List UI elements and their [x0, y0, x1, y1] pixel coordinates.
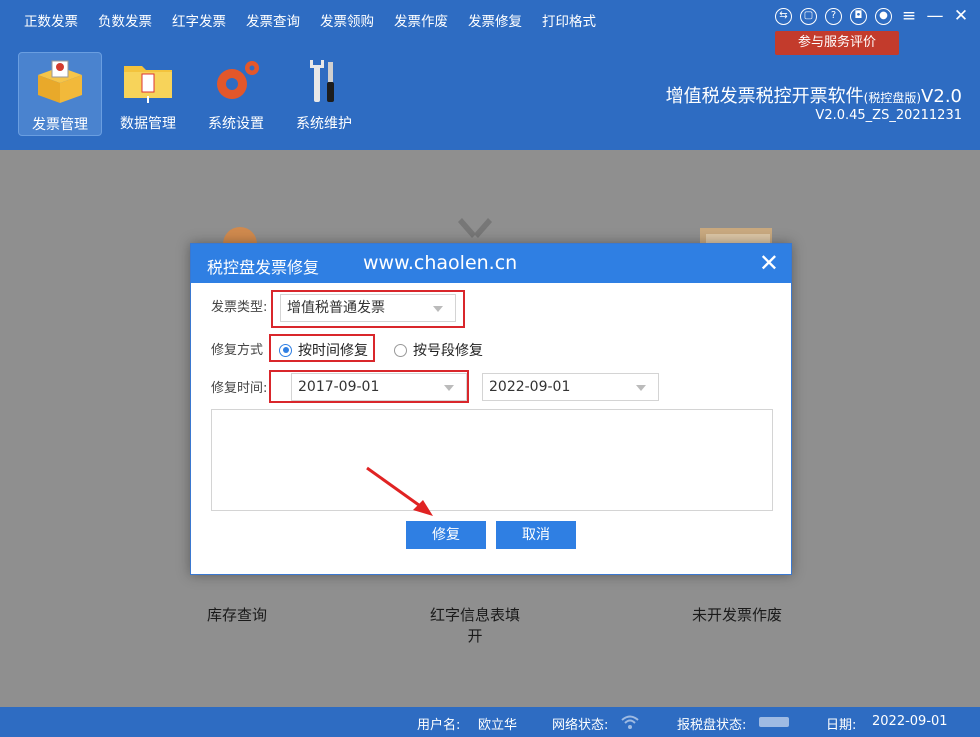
start-date-value: 2017-09-01 [298, 379, 380, 395]
start-date-select[interactable]: 2017-09-01 [291, 373, 467, 401]
menu-invoice-repair[interactable]: 发票修复 [468, 10, 522, 30]
tax-disk-icon [759, 717, 789, 727]
menu-icon[interactable]: ≡ [900, 8, 918, 25]
cancel-button[interactable]: 取消 [496, 521, 576, 549]
brand-edition: (税控盘版) [863, 91, 922, 105]
menu-print-format[interactable]: 打印格式 [542, 10, 596, 30]
exchange-icon[interactable]: ⇆ [775, 8, 792, 25]
app-version: V2.0.45_ZS_20211231 [815, 108, 962, 123]
app-header: 正数发票 负数发票 红字发票 发票查询 发票领购 发票作废 发票修复 打印格式 … [0, 0, 980, 150]
user-value: 欧立华 [478, 718, 518, 733]
network-label: 网络状态: [552, 718, 609, 733]
chevron-down-icon [433, 306, 443, 312]
red-info-line-2: 开 [467, 627, 483, 645]
radio-selected-icon [279, 343, 292, 357]
menu-invoice-purchase[interactable]: 发票领购 [320, 10, 374, 30]
service-rating-badge[interactable]: 参与服务评价 [775, 31, 899, 55]
menu-bar: 正数发票 负数发票 红字发票 发票查询 发票领购 发票作废 发票修复 打印格式 [14, 0, 606, 40]
gear-icon [217, 61, 259, 99]
repair-time-label: 修复时间: [211, 381, 268, 396]
user-label: 用户名: [417, 718, 461, 733]
end-date-select[interactable]: 2022-09-01 [482, 373, 659, 401]
radio-unselected-icon [394, 343, 407, 357]
inventory-query-item[interactable]: 库存查询 [190, 604, 284, 625]
menu-negative-invoice[interactable]: 负数发票 [98, 10, 152, 30]
status-bar: 用户名: 欧立华 网络状态: 报税盘状态: 日期: 2022-09-01 [0, 707, 980, 737]
tools-icon [310, 60, 334, 102]
invoice-repair-dialog: 税控盘发票修复 www.chaolen.cn ✕ 发票类型: 增值税普通发票 修… [190, 243, 792, 575]
invoice-type-label: 发票类型: [211, 300, 268, 315]
menu-invoice-void[interactable]: 发票作废 [394, 10, 448, 30]
menu-positive-invoice[interactable]: 正数发票 [24, 10, 78, 30]
app-brand: 增值税发票税控开票软件(税控盘版)V2.0 [666, 82, 962, 108]
dialog-title: 税控盘发票修复 [207, 258, 320, 277]
toolbar-system-maintenance[interactable]: 系统维护 [282, 52, 366, 136]
window-controls: ⇆ ▢ ? ◘ ● ≡ — ✕ [775, 8, 970, 25]
close-icon[interactable]: ✕ [952, 8, 970, 25]
chevron-down-icon [636, 385, 646, 391]
minimize-icon[interactable]: — [926, 8, 944, 25]
invoice-type-value: 增值税普通发票 [287, 300, 385, 316]
toolbar-invoice-management[interactable]: 发票管理 [18, 52, 102, 136]
help-icon[interactable]: ? [825, 8, 842, 25]
arrow-annotation-icon [366, 466, 433, 516]
invoice-type-select[interactable]: 增值税普通发票 [280, 294, 456, 322]
toolbar-label: 系统设置 [208, 116, 264, 132]
dialog-title-bar: 税控盘发票修复 www.chaolen.cn ✕ [191, 244, 791, 283]
radio-by-number-label: 按号段修复 [413, 343, 483, 359]
toolbar-label: 系统维护 [296, 116, 352, 132]
lock-icon[interactable]: ◘ [850, 8, 867, 25]
date-label: 日期: [826, 718, 857, 733]
end-date-value: 2022-09-01 [489, 379, 571, 395]
radio-by-time[interactable]: 按时间修复 [279, 340, 368, 360]
folder-icon [124, 66, 172, 103]
repair-mode-label: 修复方式 [211, 343, 264, 358]
toolbar-label: 发票管理 [32, 117, 88, 133]
watermark-text: www.chaolen.cn [363, 252, 518, 274]
radio-by-number[interactable]: 按号段修复 [394, 340, 483, 360]
repair-log-area[interactable] [211, 409, 773, 511]
radio-by-time-label: 按时间修复 [298, 343, 368, 359]
box-icon [38, 60, 82, 103]
toolbar-label: 数据管理 [120, 116, 176, 132]
main-toolbar: 发票管理 数据管理 系统设置 系统维护 [18, 52, 370, 136]
brand-title: 增值税发票税控开票软件 [665, 86, 864, 107]
service-icon[interactable]: ▢ [800, 8, 817, 25]
red-info-table-item[interactable]: 红字信息表填 开 [420, 604, 530, 646]
red-info-line-1: 红字信息表填 [429, 606, 520, 624]
toolbar-data-management[interactable]: 数据管理 [106, 52, 190, 136]
menu-red-invoice[interactable]: 红字发票 [172, 10, 226, 30]
toolbar-system-settings[interactable]: 系统设置 [194, 52, 278, 136]
user-icon[interactable]: ● [875, 8, 892, 25]
void-unissued-item[interactable]: 未开发票作废 [682, 604, 792, 625]
date-value: 2022-09-01 [872, 714, 948, 729]
chevron-down-icon [444, 385, 454, 391]
menu-invoice-query[interactable]: 发票查询 [246, 10, 300, 30]
taxdisk-label: 报税盘状态: [677, 718, 747, 733]
dialog-close-icon[interactable]: ✕ [759, 250, 779, 276]
brand-suffix: V2.0 [921, 86, 962, 107]
repair-button[interactable]: 修复 [406, 521, 486, 549]
wifi-icon [621, 715, 639, 729]
